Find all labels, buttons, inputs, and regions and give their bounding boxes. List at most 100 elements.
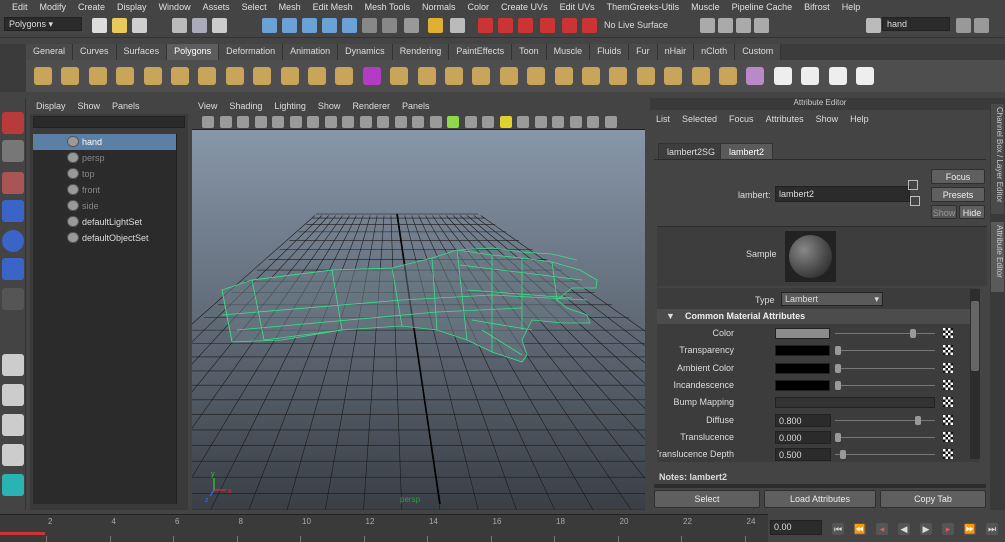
menu-create-uvs[interactable]: Create UVs: [495, 2, 554, 12]
menu-mesh[interactable]: Mesh: [273, 2, 307, 12]
attributes-scrollbar[interactable]: [970, 289, 980, 459]
isolate-icon[interactable]: [412, 116, 424, 128]
viewport-menu-shading[interactable]: Shading: [223, 101, 268, 111]
attr-color-swatch[interactable]: [775, 345, 830, 357]
sidebar-toggle2-icon[interactable]: [974, 18, 989, 33]
input-ops-icon[interactable]: [382, 18, 397, 33]
shelf-super-shape-icon[interactable]: [362, 67, 381, 85]
menu-bifrost[interactable]: Bifrost: [798, 2, 836, 12]
shelf-tab-nhair[interactable]: nHair: [657, 44, 695, 60]
attr-menu-selected[interactable]: Selected: [676, 114, 723, 124]
map-button-icon[interactable]: [943, 345, 953, 356]
attr-color-swatch[interactable]: [775, 328, 830, 339]
play-backward-icon[interactable]: ◀: [898, 523, 910, 535]
open-scene-icon[interactable]: [112, 18, 127, 33]
menu-display[interactable]: Display: [111, 2, 153, 12]
field-chart-icon[interactable]: [359, 116, 372, 128]
viewport-scene[interactable]: x y z persp: [192, 130, 645, 510]
attr-tab-lambert2[interactable]: lambert2: [720, 143, 774, 160]
menu-muscle[interactable]: Muscle: [685, 2, 726, 12]
shelf-bridge-icon[interactable]: [445, 67, 463, 85]
four-pane-layout-icon[interactable]: [2, 384, 24, 406]
attr-color-swatch[interactable]: [775, 362, 830, 374]
shelf-tab-deformation[interactable]: Deformation: [219, 44, 284, 60]
select-tool-icon[interactable]: [2, 112, 24, 134]
menu-window[interactable]: Window: [153, 2, 197, 12]
attr-value-field[interactable]: 0.000: [775, 430, 831, 444]
menu-normals[interactable]: Normals: [416, 2, 462, 12]
shelf-tab-muscle[interactable]: Muscle: [546, 44, 591, 60]
attr-color-swatch[interactable]: [775, 379, 830, 391]
mode-selector[interactable]: Polygons ▾: [4, 17, 82, 31]
smooth-shade-icon[interactable]: [464, 116, 477, 128]
select-button[interactable]: Select: [654, 490, 760, 508]
slider-knob[interactable]: [835, 346, 841, 356]
shelf-torus-icon[interactable]: [171, 67, 189, 85]
attr-value-field[interactable]: 0.500: [775, 448, 831, 462]
outliner-scrollbar[interactable]: [176, 134, 186, 504]
menu-select[interactable]: Select: [236, 2, 273, 12]
live-surface-label[interactable]: No Live Surface: [604, 20, 668, 30]
snap-plane-icon[interactable]: [322, 18, 337, 33]
paint-select-tool-icon[interactable]: [2, 172, 24, 194]
depth-of-field-icon[interactable]: [587, 116, 599, 128]
play-forward-icon[interactable]: ▶: [920, 523, 932, 535]
collapse-arrow-icon[interactable]: ▼: [666, 311, 675, 321]
outliner-item-top[interactable]: top: [33, 166, 176, 182]
shelf-tab-custom[interactable]: Custom: [735, 44, 782, 60]
lasso-tool-icon[interactable]: [2, 140, 24, 162]
snap-grid-icon[interactable]: [262, 18, 277, 33]
shelf-sphere-icon[interactable]: [34, 67, 52, 85]
slider-knob[interactable]: [835, 380, 841, 390]
shelf-tab-toon[interactable]: Toon: [512, 44, 547, 60]
xray-icon[interactable]: [429, 116, 442, 128]
map-button-icon[interactable]: [943, 431, 953, 442]
time-slider[interactable]: 2 4 6 8 10 12 14 16 18 20 22 24: [0, 514, 768, 542]
copy-tab-button[interactable]: Copy Tab: [880, 490, 986, 508]
safe-title-icon[interactable]: [394, 116, 407, 128]
menu-edit-uvs[interactable]: Edit UVs: [554, 2, 601, 12]
shelf-prism-icon[interactable]: [198, 67, 217, 85]
attr-menu-list[interactable]: List: [650, 114, 676, 124]
show-button[interactable]: Show: [931, 205, 957, 219]
load-attributes-button[interactable]: Load Attributes: [764, 490, 876, 508]
shelf-tab-surfaces[interactable]: Surfaces: [116, 44, 168, 60]
shelf-tab-rendering[interactable]: Rendering: [392, 44, 450, 60]
resolution-gate-icon[interactable]: [324, 116, 337, 128]
shelf-target-weld-icon[interactable]: [719, 67, 737, 85]
menu-pipeline-cache[interactable]: Pipeline Cache: [726, 2, 799, 12]
outliner-item-defaultlightset[interactable]: defaultLightSet: [33, 214, 176, 230]
map-button-icon[interactable]: [943, 328, 953, 338]
type-dropdown[interactable]: Lambert ▾: [781, 292, 883, 306]
new-scene-icon[interactable]: [92, 18, 107, 33]
output-connections-icon[interactable]: [910, 196, 920, 206]
map-button-icon[interactable]: [943, 414, 953, 425]
help-icon[interactable]: [404, 18, 419, 33]
slider-knob[interactable]: [915, 415, 921, 425]
shelf-mirror-icon[interactable]: [664, 67, 683, 85]
shelf-tab-polygons[interactable]: Polygons: [167, 44, 220, 60]
rotate-tool-icon[interactable]: [2, 230, 24, 252]
menu-themgreeks-utils[interactable]: ThemGreeks-Utils: [601, 2, 686, 12]
show-modeling-toolkit-icon[interactable]: [700, 18, 715, 33]
menu-modify[interactable]: Modify: [34, 2, 73, 12]
outliner-menu-display[interactable]: Display: [30, 101, 72, 111]
menu-assets[interactable]: Assets: [197, 2, 236, 12]
shelf-tab-curves[interactable]: Curves: [73, 44, 117, 60]
shelf-tab-general[interactable]: General: [26, 44, 74, 60]
shelf-tab-dynamics[interactable]: Dynamics: [338, 44, 393, 60]
grid-icon[interactable]: [289, 116, 302, 128]
node-name-field[interactable]: lambert2: [775, 186, 910, 202]
channel-box-tab[interactable]: Channel Box / Layer Editor: [991, 104, 1004, 214]
slider-knob[interactable]: [835, 432, 841, 442]
attr-slider[interactable]: [835, 454, 935, 456]
shelf-menu[interactable]: [0, 44, 26, 92]
save-scene-icon[interactable]: [132, 18, 147, 33]
ipr-render-icon[interactable]: [518, 18, 533, 33]
motion-blur-icon[interactable]: [552, 116, 564, 128]
show-attribute-editor-icon[interactable]: [754, 18, 769, 33]
outliner-item-defaultobjectset[interactable]: defaultObjectSet: [33, 230, 176, 246]
shelf-cut-uv-icon[interactable]: [773, 67, 792, 85]
construction-history-icon[interactable]: [450, 18, 465, 33]
viewport-menu-view[interactable]: View: [192, 101, 223, 111]
